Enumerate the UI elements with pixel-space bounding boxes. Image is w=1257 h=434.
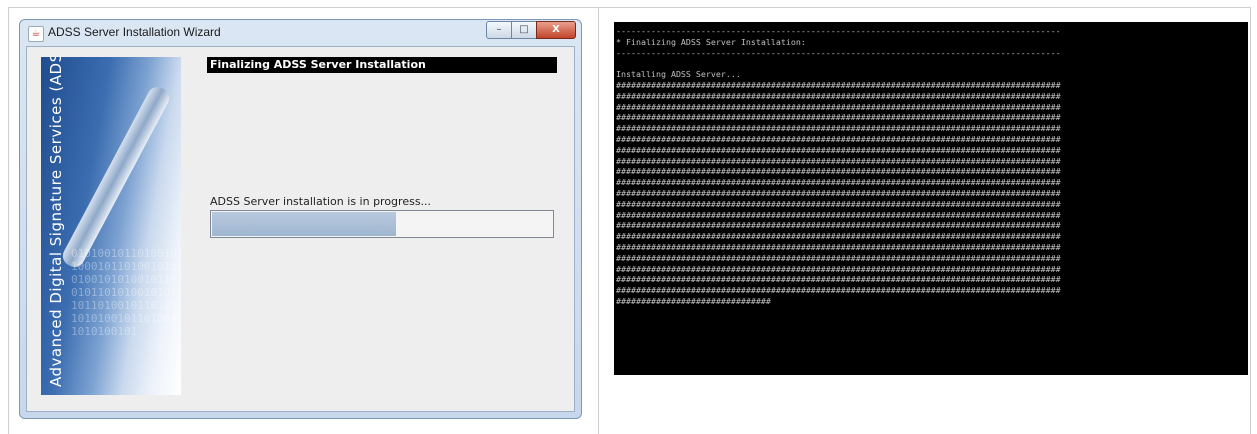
close-button[interactable]: X	[536, 21, 576, 39]
console-line: * Finalizing ADSS Server Installation:	[616, 36, 806, 47]
console-line: ########################################…	[616, 155, 1061, 166]
console-line: ########################################…	[616, 198, 1061, 209]
console-line: ########################################…	[616, 209, 1061, 220]
minimize-button[interactable]: –	[486, 21, 512, 39]
progress-bar	[210, 210, 554, 238]
console-line: ########################################…	[616, 101, 1061, 112]
console-line: ########################################…	[616, 188, 1061, 198]
console-line: ########################################…	[616, 252, 1061, 263]
console-line: ########################################…	[616, 90, 1061, 101]
frame-left-border	[8, 7, 9, 434]
pen-graphic	[59, 83, 173, 271]
step-header: Finalizing ADSS Server Installation	[207, 57, 557, 73]
progress-fill	[212, 212, 396, 236]
console-line: ########################################…	[616, 144, 1061, 155]
console-line: ----------------------------------------…	[616, 47, 1061, 58]
side-banner-image: 0101001011010010101000101101001011010100…	[41, 57, 181, 395]
banner-title: Advanced Digital Signature Services (ADS…	[47, 57, 65, 387]
window-title: ADSS Server Installation Wizard	[48, 25, 221, 39]
console-line: ########################################…	[616, 134, 1061, 144]
console-line: ###############################	[616, 296, 771, 306]
frame-right-border	[1250, 7, 1251, 434]
console-line: ########################################…	[616, 274, 1061, 285]
java-cup-icon: ☕	[28, 26, 44, 42]
wizard-content: 0101001011010010101000101101001011010100…	[26, 46, 575, 412]
binary-digits-graphic: 0101001011010010101000101101001011010100…	[71, 247, 181, 338]
console-line: ########################################…	[616, 123, 1061, 134]
title-bar[interactable]: ☕ ADSS Server Installation Wizard – □ X	[20, 20, 581, 46]
console-line: ########################################…	[616, 80, 1061, 90]
console-line: ########################################…	[616, 177, 1061, 188]
maximize-button[interactable]: □	[511, 21, 537, 39]
console-line: ----------------------------------------…	[616, 26, 1061, 36]
console-line: ########################################…	[616, 285, 1061, 296]
console-line: ########################################…	[616, 112, 1061, 123]
status-label: ADSS Server installation is in progress.…	[210, 195, 432, 208]
frame-top-border	[8, 7, 1251, 8]
console-line: ########################################…	[616, 263, 1061, 274]
console-window[interactable]: ----------------------------------------…	[614, 22, 1248, 375]
installer-window: ☕ ADSS Server Installation Wizard – □ X …	[19, 19, 582, 419]
console-line: Installing ADSS Server...	[616, 69, 741, 80]
console-line: ########################################…	[616, 242, 1061, 252]
console-line: ########################################…	[616, 166, 1061, 177]
console-line: ########################################…	[616, 220, 1061, 231]
console-line: ########################################…	[616, 231, 1061, 242]
frame-divider	[598, 7, 599, 434]
